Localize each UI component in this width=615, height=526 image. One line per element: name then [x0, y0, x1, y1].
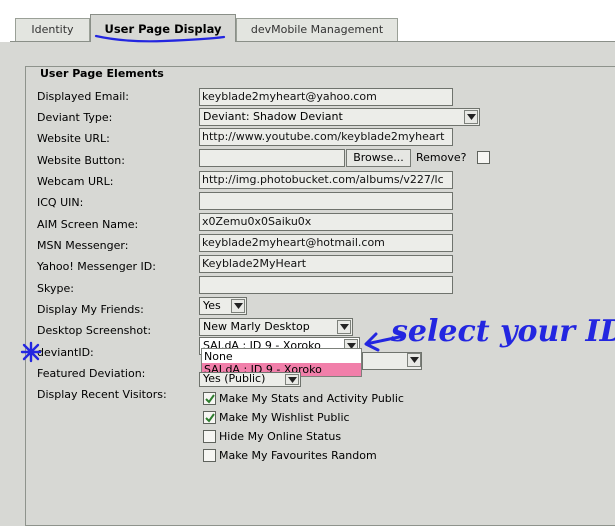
asterisk-annotation-icon	[20, 341, 42, 363]
annotation-overlay	[20, 332, 406, 363]
select-your-id-annotation: select your ID	[391, 314, 615, 349]
